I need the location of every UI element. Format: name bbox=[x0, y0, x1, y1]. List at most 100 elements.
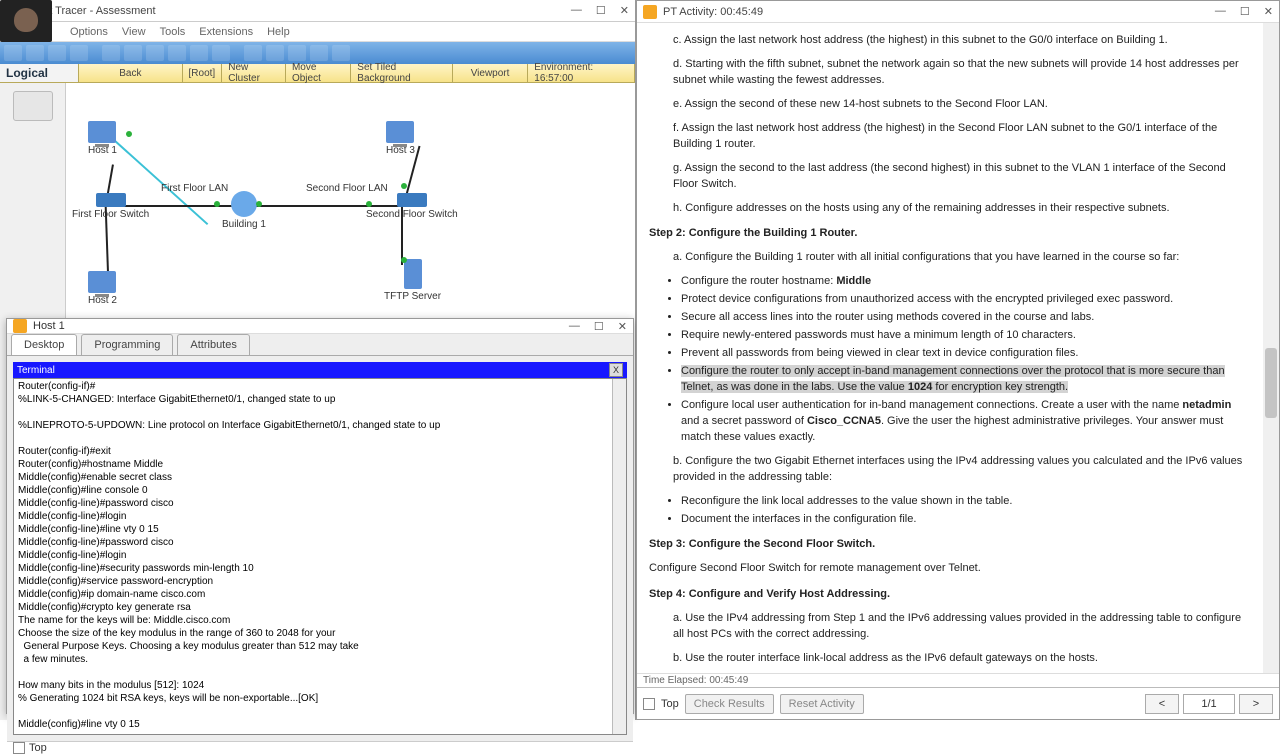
reset-activity-button[interactable]: Reset Activity bbox=[780, 694, 864, 714]
instr-c: c. Assign the last network host address … bbox=[673, 33, 1251, 49]
device-host2[interactable]: Host 2 bbox=[88, 271, 117, 306]
terminal-scrollbar[interactable] bbox=[612, 379, 626, 734]
maximize-icon[interactable]: ☐ bbox=[596, 4, 606, 17]
top-label: Top bbox=[29, 742, 47, 754]
instr-h: h. Configure addresses on the hosts usin… bbox=[673, 201, 1251, 217]
list-item: Protect device configurations from unaut… bbox=[681, 292, 1251, 308]
pt-toolbar bbox=[0, 42, 635, 64]
maximize-icon[interactable]: ☐ bbox=[594, 320, 604, 333]
toolbar-button[interactable] bbox=[48, 45, 66, 61]
host-footer: Top bbox=[7, 741, 633, 754]
activity-footer: Top Check Results Reset Activity < 1/1 > bbox=[637, 687, 1279, 719]
toolbar-button[interactable] bbox=[212, 45, 230, 61]
step4b: b. Use the router interface link-local a… bbox=[673, 651, 1251, 667]
app-icon bbox=[13, 319, 27, 333]
toolbar-button[interactable] bbox=[70, 45, 88, 61]
toolbar-button[interactable] bbox=[168, 45, 186, 61]
list-item: Secure all access lines into the router … bbox=[681, 310, 1251, 326]
step4a: a. Use the IPv4 addressing from Step 1 a… bbox=[673, 611, 1251, 643]
menu-help[interactable]: Help bbox=[267, 26, 290, 38]
step4-title: Step 4: Configure and Verify Host Addres… bbox=[649, 587, 1251, 603]
instr-f: f. Assign the last network host address … bbox=[673, 121, 1251, 153]
activity-window: PT Activity: 00:45:49 — ☐ ✕ c. Assign th… bbox=[636, 0, 1280, 720]
toolbar-button[interactable] bbox=[190, 45, 208, 61]
toolbar-button[interactable] bbox=[4, 45, 22, 61]
tab-attributes[interactable]: Attributes bbox=[177, 334, 249, 355]
step2b-list: Reconfigure the link local addresses to … bbox=[681, 494, 1251, 528]
btn-tiled-bg[interactable]: Set Tiled Background bbox=[351, 64, 453, 82]
minimize-icon[interactable]: — bbox=[571, 4, 582, 17]
instructions-pane[interactable]: c. Assign the last network host address … bbox=[637, 23, 1279, 673]
instr-d: d. Starting with the fifth subnet, subne… bbox=[673, 57, 1251, 89]
page-nav: < 1/1 > bbox=[1145, 694, 1273, 714]
page-indicator: 1/1 bbox=[1183, 694, 1235, 714]
environment-time[interactable]: Environment: 16:57:00 bbox=[528, 64, 635, 82]
toolbar-button[interactable] bbox=[146, 45, 164, 61]
list-item: Document the interfaces in the configura… bbox=[681, 512, 1251, 528]
toolbar-button[interactable] bbox=[102, 45, 120, 61]
host-title-text: Host 1 bbox=[33, 320, 569, 332]
time-elapsed: Time Elapsed: 00:45:49 bbox=[637, 673, 1279, 687]
instr-e: e. Assign the second of these new 14-hos… bbox=[673, 97, 1251, 113]
device-sf-switch[interactable]: Second Floor Switch bbox=[366, 193, 458, 220]
nav-back[interactable]: Back bbox=[79, 64, 182, 82]
step3-title: Step 3: Configure the Second Floor Switc… bbox=[649, 537, 1251, 553]
menu-view[interactable]: View bbox=[122, 26, 146, 38]
terminal-output[interactable]: Router(config-if)# %LINK-5-CHANGED: Inte… bbox=[13, 378, 627, 735]
label-sflan: Second Floor LAN bbox=[306, 183, 388, 194]
terminal-app: Terminal X Router(config-if)# %LINK-5-CH… bbox=[7, 356, 633, 741]
list-item: Reconfigure the link local addresses to … bbox=[681, 494, 1251, 510]
pt-titlebar: acket Tracer - Assessment — ☐ ✕ bbox=[0, 0, 635, 22]
tab-desktop[interactable]: Desktop bbox=[11, 334, 77, 355]
device-tftp-server[interactable]: TFTP Server bbox=[384, 259, 441, 302]
list-item: Require newly-entered passwords must hav… bbox=[681, 328, 1251, 344]
menu-tools[interactable]: Tools bbox=[160, 26, 186, 38]
list-item: Configure the router to only accept in-b… bbox=[681, 364, 1251, 396]
step2b: b. Configure the two Gigabit Ethernet in… bbox=[673, 454, 1251, 486]
toolbar-button[interactable] bbox=[124, 45, 142, 61]
maximize-icon[interactable]: ☐ bbox=[1240, 5, 1250, 18]
instr-g: g. Assign the second to the last address… bbox=[673, 161, 1251, 193]
toolbar-button[interactable] bbox=[288, 45, 306, 61]
tab-programming[interactable]: Programming bbox=[81, 334, 173, 355]
close-icon[interactable]: ✕ bbox=[618, 320, 627, 333]
btn-move-object[interactable]: Move Object bbox=[286, 64, 351, 82]
device-ff-switch[interactable]: First Floor Switch bbox=[72, 193, 149, 220]
webcam-thumbnail bbox=[0, 0, 52, 42]
btn-new-cluster[interactable]: New Cluster bbox=[222, 64, 286, 82]
step2-title: Step 2: Configure the Building 1 Router. bbox=[649, 226, 1251, 242]
close-icon[interactable]: ✕ bbox=[1264, 5, 1273, 18]
host1-window: Host 1 — ☐ ✕ Desktop Programming Attribu… bbox=[6, 318, 634, 714]
device-host1[interactable]: Host 1 bbox=[88, 121, 117, 156]
toolbar-button[interactable] bbox=[332, 45, 350, 61]
toolbar-button[interactable] bbox=[310, 45, 328, 61]
device-building1-router[interactable]: Building 1 bbox=[222, 191, 266, 230]
pt-workspace-bar: Logical Back [Root] New Cluster Move Obj… bbox=[0, 64, 635, 83]
device-host3[interactable]: Host 3 bbox=[386, 121, 415, 156]
minimize-icon[interactable]: — bbox=[569, 320, 580, 333]
step2a: a. Configure the Building 1 router with … bbox=[673, 250, 1251, 266]
minimize-icon[interactable]: — bbox=[1215, 5, 1226, 18]
toolbar-button[interactable] bbox=[244, 45, 262, 61]
terminal-header: Terminal X bbox=[13, 362, 627, 378]
instructions-scrollbar[interactable] bbox=[1263, 23, 1279, 673]
top-label: Top bbox=[661, 698, 679, 710]
check-results-button[interactable]: Check Results bbox=[685, 694, 774, 714]
terminal-close-button[interactable]: X bbox=[609, 363, 623, 377]
top-checkbox[interactable] bbox=[13, 742, 25, 754]
top-checkbox[interactable] bbox=[643, 698, 655, 710]
close-icon[interactable]: ✕ bbox=[620, 4, 629, 17]
toolbar-button[interactable] bbox=[26, 45, 44, 61]
app-icon bbox=[643, 5, 657, 19]
host-tabs: Desktop Programming Attributes bbox=[7, 334, 633, 356]
menu-extensions[interactable]: Extensions bbox=[199, 26, 253, 38]
btn-viewport[interactable]: Viewport bbox=[453, 64, 528, 82]
sidebar-tool[interactable] bbox=[13, 91, 53, 121]
pt-menubar: Options View Tools Extensions Help bbox=[0, 22, 635, 42]
next-button[interactable]: > bbox=[1239, 694, 1273, 714]
toolbar-button[interactable] bbox=[266, 45, 284, 61]
prev-button[interactable]: < bbox=[1145, 694, 1179, 714]
menu-options[interactable]: Options bbox=[70, 26, 108, 38]
workspace-logical[interactable]: Logical bbox=[0, 64, 79, 82]
nav-root[interactable]: [Root] bbox=[183, 64, 223, 82]
